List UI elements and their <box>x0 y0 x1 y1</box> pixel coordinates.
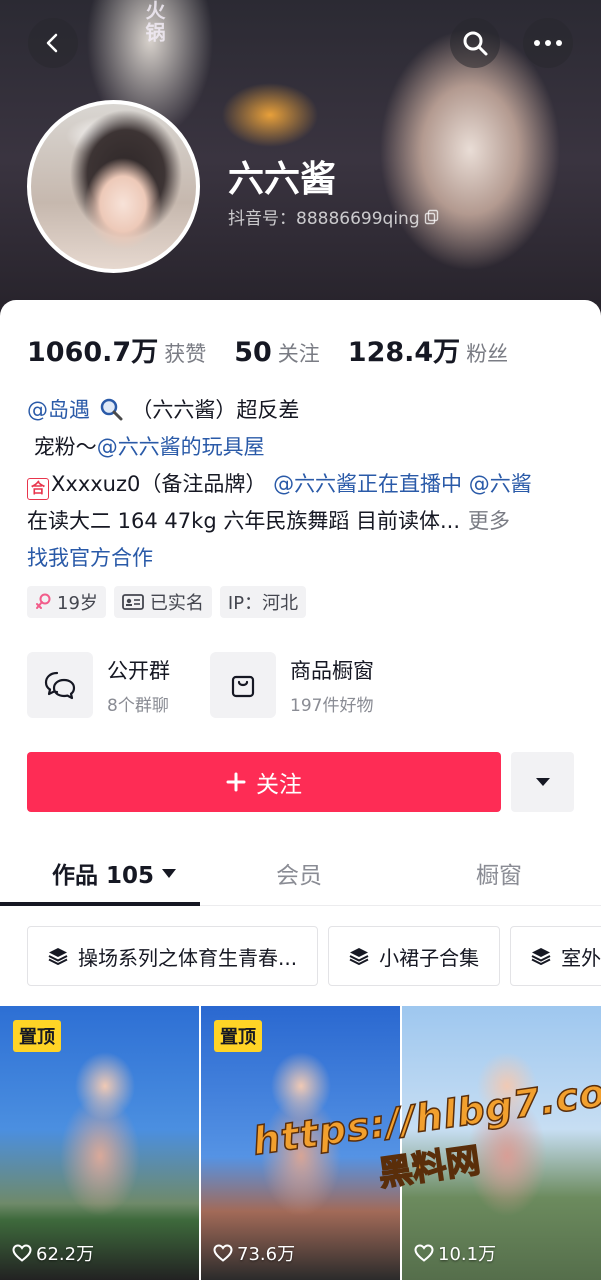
collection-chip[interactable]: 操场系列之体育生青春... <box>27 926 319 986</box>
tab-showcase[interactable]: 橱窗 <box>476 856 522 890</box>
bio-mention-link[interactable]: @六六酱的玩具屋 <box>97 435 265 459</box>
official-cooperation-link[interactable]: 找我官方合作 <box>27 546 153 570</box>
collections-row: 操场系列之体育生青春... 小裙子合集 室外 <box>27 926 601 986</box>
female-icon <box>36 593 51 609</box>
tag-label: IP：河北 <box>227 593 299 614</box>
bio-text: Xxxxuz0（备注品牌） <box>51 472 267 496</box>
profile-nickname: 六六酱 <box>228 159 337 200</box>
stat-likes[interactable]: 1060.7万 获赞 <box>27 330 206 369</box>
public-group-shortcut[interactable]: 公开群 8个群聊 <box>27 652 170 718</box>
profile-avatar[interactable] <box>27 100 200 273</box>
follow-label: 关注 <box>256 772 302 798</box>
id-card-icon <box>122 594 144 610</box>
search-icon <box>463 31 488 56</box>
more-options-button[interactable] <box>523 18 573 68</box>
stat-value: 1060.7万 <box>27 337 159 368</box>
heart-icon <box>414 1244 434 1262</box>
tag-ip-location: IP：河北 <box>219 586 307 618</box>
shortcut-title: 公开群 <box>107 658 170 683</box>
heart-icon <box>12 1244 32 1262</box>
video-likes: 10.1万 <box>414 1240 496 1266</box>
bio-line: 宠粉～@六六酱的玩具屋 <box>27 429 587 466</box>
profile-stats: 1060.7万 获赞 50 关注 128.4万 粉丝 <box>27 330 508 369</box>
likes-count: 73.6万 <box>237 1244 296 1265</box>
bio-line: 在读大二 164 47kg 六年民族舞蹈 目前读体... 更多 <box>27 503 587 540</box>
bio-more-link[interactable]: 更多 <box>468 509 510 533</box>
pinned-badge: 置顶 <box>13 1020 61 1052</box>
profile-bio: @岛遇 （六六酱）超反差 宠粉～@六六酱的玩具屋 合 Xxxxuz0（备注品牌） … <box>27 392 587 577</box>
tag-age: 19岁 <box>27 586 106 618</box>
profile-tabs: 作品 105 会员 橱窗 <box>0 840 601 906</box>
plus-icon <box>226 772 246 792</box>
follow-button[interactable]: 关注 <box>27 752 501 812</box>
bio-line: 找我官方合作 <box>27 540 587 577</box>
shortcut-title: 商品橱窗 <box>290 658 374 683</box>
video-likes: 62.2万 <box>12 1240 94 1266</box>
bio-mention-link[interactable]: @六酱 <box>469 472 532 496</box>
layers-icon <box>349 948 369 965</box>
back-button[interactable] <box>28 18 78 68</box>
pinned-badge: 置顶 <box>214 1020 262 1052</box>
profile-shortcuts: 公开群 8个群聊 商品橱窗 197件好物 <box>27 652 374 718</box>
video-likes: 73.6万 <box>213 1240 295 1266</box>
collection-label: 操场系列之体育生青春... <box>78 945 298 970</box>
chat-group-icon <box>44 671 76 700</box>
back-arrow-icon <box>46 33 58 53</box>
bio-mention-link[interactable]: @六六酱正在直播中 <box>273 472 462 496</box>
tag-label: 19岁 <box>57 593 98 614</box>
tag-label: 已实名 <box>149 593 204 614</box>
caret-down-icon <box>162 868 177 878</box>
likes-count: 62.2万 <box>36 1244 95 1265</box>
bio-text: 在读大二 164 47kg 六年民族舞蹈 目前读体... <box>27 509 461 533</box>
search-button[interactable] <box>450 18 500 68</box>
copy-icon[interactable] <box>424 209 440 225</box>
douyin-id-text: 抖音号：88886699qing <box>228 209 420 229</box>
video-thumbnail[interactable]: 置顶 62.2万 <box>0 1006 199 1280</box>
cooperation-badge: 合 <box>27 478 49 500</box>
bio-mention-link[interactable]: @岛遇 <box>27 398 90 422</box>
tab-works[interactable]: 作品 105 <box>52 856 177 890</box>
stat-value: 128.4万 <box>347 337 461 368</box>
tab-membership[interactable]: 会员 <box>276 856 322 890</box>
search-icon <box>100 398 123 421</box>
bio-line: 合 Xxxxuz0（备注品牌） @六六酱正在直播中 @六酱 <box>27 466 587 503</box>
shortcut-icon-box <box>210 652 276 718</box>
recommend-dropdown-button[interactable] <box>511 752 574 812</box>
likes-count: 10.1万 <box>438 1244 497 1265</box>
product-showcase-shortcut[interactable]: 商品橱窗 197件好物 <box>210 652 374 718</box>
stat-followers[interactable]: 128.4万 粉丝 <box>348 330 508 369</box>
banner-sign-text: 火锅 <box>142 0 166 44</box>
stat-label: 获赞 <box>164 342 207 366</box>
collection-chip[interactable]: 室外 <box>510 926 601 986</box>
caret-down-icon <box>535 778 550 786</box>
stat-value: 50 <box>234 337 272 368</box>
layers-icon <box>531 948 551 965</box>
profile-tags: 19岁 已实名 IP：河北 <box>27 586 307 618</box>
stat-label: 关注 <box>277 342 320 366</box>
bio-line: @岛遇 （六六酱）超反差 <box>27 392 587 429</box>
collection-chip[interactable]: 小裙子合集 <box>328 926 501 986</box>
bio-text: （六六酱）超反差 <box>131 398 300 422</box>
shortcut-subtitle: 197件好物 <box>290 695 374 716</box>
stat-label: 粉丝 <box>466 342 509 366</box>
bio-text: 宠粉～ <box>33 435 97 459</box>
active-tab-indicator <box>0 902 200 906</box>
shortcut-subtitle: 8个群聊 <box>107 695 169 716</box>
shortcut-icon-box <box>27 652 93 718</box>
collection-label: 小裙子合集 <box>379 945 480 970</box>
douyin-id[interactable]: 抖音号：88886699qing <box>228 204 440 229</box>
heart-icon <box>213 1244 233 1262</box>
more-dots-icon <box>534 40 562 46</box>
shopping-bag-icon <box>231 675 255 698</box>
layers-icon <box>48 948 68 965</box>
collection-label: 室外 <box>561 945 601 970</box>
tag-verified: 已实名 <box>113 586 212 618</box>
stat-following[interactable]: 50 关注 <box>234 337 320 368</box>
tab-label: 作品 105 <box>52 863 155 889</box>
